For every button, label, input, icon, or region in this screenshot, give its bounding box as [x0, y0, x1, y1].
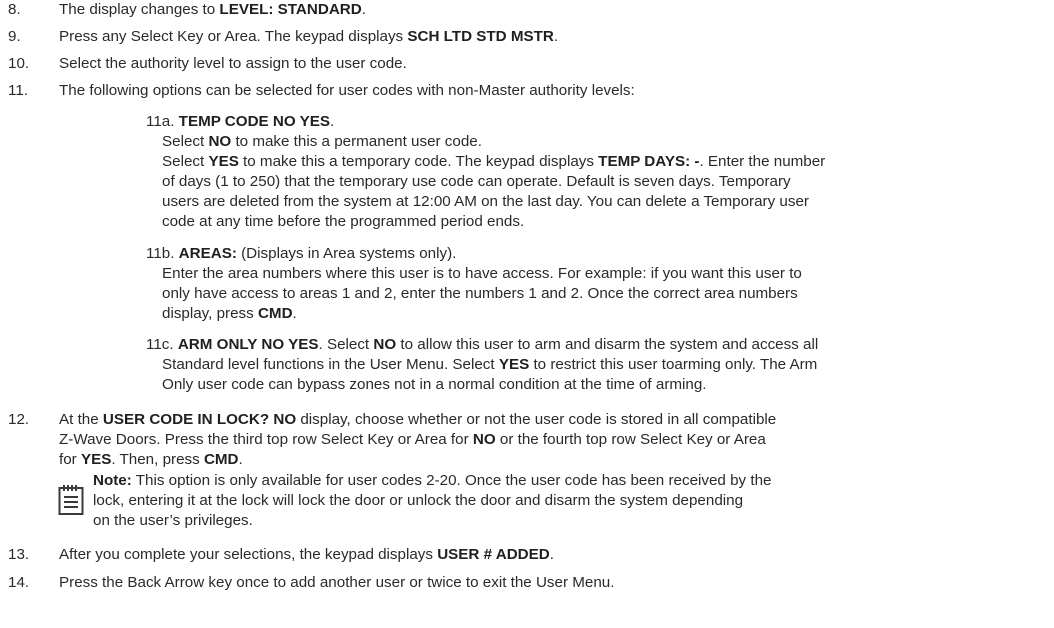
step-10-text: Select the authority level to assign to …	[59, 55, 407, 72]
step-12-line-2: Z-Wave Doors. Press the third top row Se…	[59, 431, 766, 448]
substep-11a-line-4: users are deleted from the system at 12:…	[162, 193, 809, 210]
substep-11b-title: 11b. AREAS: (Displays in Area systems on…	[146, 245, 457, 262]
note-line-3: on the user’s privileges.	[93, 512, 253, 529]
step-12-number: 12.	[8, 411, 30, 428]
notepad-icon	[58, 484, 86, 516]
step-11-text: The following options can be selected fo…	[59, 82, 635, 99]
document-page: 8. The display changes to LEVEL: STANDAR…	[0, 0, 1054, 628]
substep-11c-line-2: Standard level functions in the User Men…	[162, 356, 818, 373]
substep-11a-line-2: Select YES to make this a temporary code…	[162, 153, 826, 170]
step-13-text: After you complete your selections, the …	[59, 546, 554, 563]
note-line-2: lock, entering it at the lock will lock …	[93, 492, 744, 509]
step-14-text: Press the Back Arrow key once to add ano…	[59, 574, 615, 591]
step-13-number: 13.	[8, 546, 30, 563]
step-11-number: 11.	[8, 82, 28, 99]
substep-11b-line-3: display, press CMD.	[162, 305, 297, 322]
substep-11a-title: 11a. TEMP CODE NO YES.	[146, 113, 335, 130]
substep-11b-line-1: Enter the area numbers where this user i…	[162, 265, 802, 282]
substep-11c-title: 11c. ARM ONLY NO YES. Select NO to allow…	[146, 336, 819, 353]
step-10-number: 10.	[8, 55, 30, 72]
step-8-number: 8.	[8, 1, 21, 18]
substep-11a-line-1: Select NO to make this a permanent user …	[162, 133, 482, 150]
step-9-text: Press any Select Key or Area. The keypad…	[59, 28, 559, 45]
step-9-number: 9.	[8, 28, 21, 45]
substep-11b-line-2: only have access to areas 1 and 2, enter…	[162, 285, 798, 302]
substep-11c-line-3: Only user code can bypass zones not in a…	[162, 376, 707, 393]
note-line-1: Note: This option is only available for …	[93, 472, 772, 489]
step-12-line-3: for YES. Then, press CMD.	[59, 451, 243, 468]
substep-11a-line-3: of days (1 to 250) that the temporary us…	[162, 173, 791, 190]
step-12-line-1: At the USER CODE IN LOCK? NO display, ch…	[59, 411, 777, 428]
step-8-text: The display changes to LEVEL: STANDARD.	[59, 1, 366, 18]
substep-11a-line-5: code at any time before the programmed p…	[162, 213, 525, 230]
step-14-number: 14.	[8, 574, 30, 591]
